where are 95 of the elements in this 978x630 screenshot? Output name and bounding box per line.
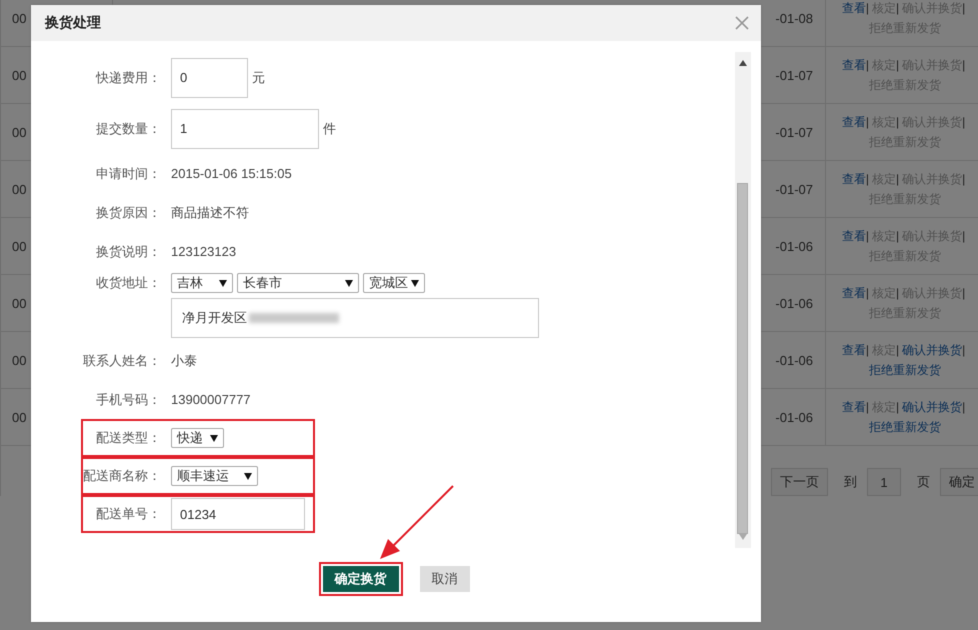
separator: | [962, 228, 966, 245]
table-cell: 00 [12, 238, 26, 254]
scroll-up-icon[interactable] [739, 60, 747, 66]
separator: | [896, 171, 900, 188]
field-label: 联系人姓名： [83, 352, 161, 370]
separator: | [896, 0, 900, 17]
caret-icon [219, 280, 227, 286]
table-cell: 00 [12, 182, 26, 196]
separator: | [962, 285, 966, 302]
action-link[interactable]: 查看 [842, 397, 866, 417]
separator: | [962, 171, 966, 188]
separator: | [962, 114, 966, 131]
separator: | [896, 342, 900, 359]
separator: | [896, 399, 900, 416]
table-cell: 00 [12, 296, 26, 310]
table-cell: 00 [12, 10, 26, 26]
separator: | [962, 342, 966, 359]
separator: | [896, 228, 900, 245]
separator: | [866, 342, 869, 359]
dropdown[interactable]: 宽城区 [363, 273, 425, 293]
field-value: 商品描述不符 [171, 204, 249, 222]
field-label: 手机号码： [96, 390, 161, 408]
field-label: 配送商名称： [83, 467, 161, 485]
date-cell: -01-08 [775, 10, 813, 26]
date-cell: -01-06 [775, 410, 813, 424]
page-input[interactable]: 1 [867, 468, 901, 496]
separator: | [866, 0, 869, 17]
separator: | [866, 57, 869, 74]
separator: | [866, 171, 869, 188]
field-value: 13900007777 [171, 392, 251, 407]
dropdown[interactable]: 长春市 [237, 273, 359, 293]
dialog-title: 换货处理 [45, 14, 101, 32]
action-link[interactable]: 查看 [842, 0, 866, 18]
date-cell: -01-07 [775, 182, 813, 196]
caret-icon [345, 280, 353, 286]
separator: | [866, 399, 869, 416]
caret-icon [244, 472, 252, 480]
separator: | [896, 57, 900, 74]
goto-label: 到 [844, 473, 857, 491]
text-input[interactable]: 01234 [171, 498, 305, 530]
separator: | [962, 399, 966, 416]
action-link[interactable]: 拒绝重新发货 [869, 360, 941, 380]
field-label: 配送类型： [96, 429, 161, 447]
caret-icon [411, 280, 419, 286]
page-unit: 页 [917, 473, 930, 491]
action-link[interactable]: 查看 [842, 226, 866, 246]
action-link[interactable]: 拒绝重新发货 [869, 417, 941, 437]
caret-icon [210, 434, 218, 442]
field-label: 换货原因： [96, 204, 161, 222]
close-icon[interactable] [735, 16, 749, 30]
dropdown[interactable]: 顺丰速运 [171, 466, 258, 486]
go-button[interactable]: 确定 [940, 468, 978, 496]
date-cell: -01-06 [775, 238, 813, 254]
table-cell: 00 [12, 68, 26, 82]
action-link[interactable]: 确认并换货 [902, 397, 962, 417]
separator: | [962, 0, 966, 17]
dropdown[interactable]: 快递 [171, 428, 224, 448]
action-link[interactable]: 查看 [842, 169, 866, 189]
table-cell: 00 [12, 124, 26, 140]
cancel-button[interactable]: 取消 [420, 566, 470, 592]
separator: | [866, 114, 869, 131]
field-value: 2015-01-06 15:15:05 [171, 166, 292, 181]
action-link[interactable]: 确认并换货 [902, 340, 962, 360]
date-cell: -01-06 [775, 352, 813, 368]
dropdown[interactable]: 吉林 [171, 273, 233, 293]
date-cell: -01-06 [775, 296, 813, 310]
table-cell: 00 [12, 410, 26, 424]
unit-label: 件 [323, 120, 336, 138]
field-label: 换货说明： [96, 242, 161, 260]
separator: | [896, 285, 900, 302]
action-link[interactable]: 查看 [842, 283, 866, 303]
field-value: 小泰 [171, 352, 197, 370]
text-input[interactable]: 1 [171, 108, 319, 148]
action-link[interactable]: 查看 [842, 55, 866, 75]
separator: | [866, 285, 869, 302]
field-label: 快递费用： [96, 68, 161, 86]
field-value: 123123123 [171, 244, 236, 259]
unit-label: 元 [252, 68, 265, 86]
separator: | [962, 57, 966, 74]
address-textarea[interactable]: 净月开发区 [171, 298, 539, 338]
scrollbar[interactable] [735, 52, 751, 548]
date-cell: -01-07 [775, 68, 813, 82]
separator: | [896, 114, 900, 131]
field-label: 收货地址： [96, 274, 161, 292]
text-input[interactable]: 0 [171, 58, 248, 98]
field-label: 提交数量： [96, 120, 161, 138]
field-label: 申请时间： [96, 164, 161, 182]
date-cell: -01-07 [775, 124, 813, 140]
next-page-button[interactable]: 下一页 [771, 468, 828, 496]
table-cell: 00 [12, 352, 26, 368]
separator: | [866, 228, 869, 245]
action-link[interactable]: 查看 [842, 340, 866, 360]
confirm-button[interactable]: 确定换货 [322, 566, 398, 592]
field-label: 配送单号： [96, 505, 161, 523]
action-link[interactable]: 查看 [842, 112, 866, 132]
